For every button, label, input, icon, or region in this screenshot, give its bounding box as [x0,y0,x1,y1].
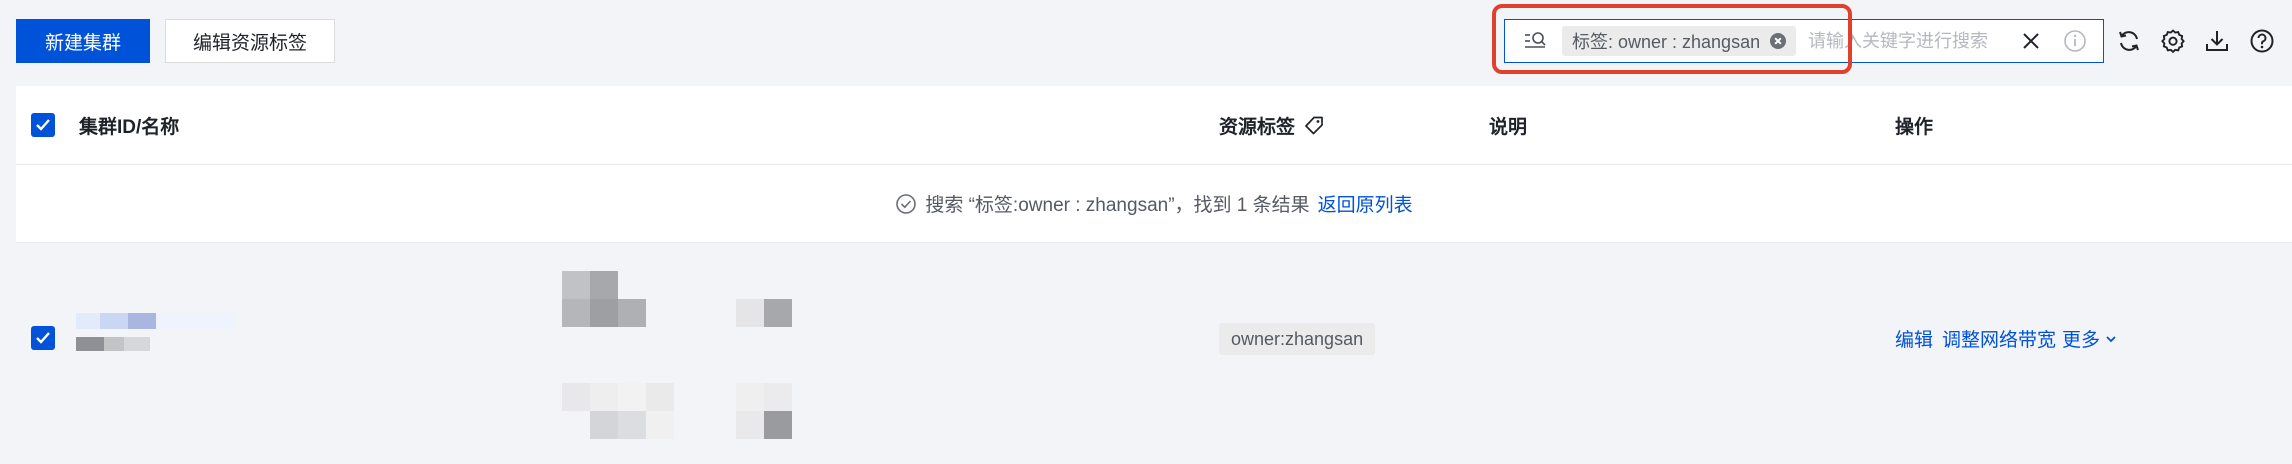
tag-icon[interactable] [1303,114,1325,136]
resource-tag-badge: owner:zhangsan [1219,323,1376,355]
help-icon[interactable] [2249,28,2275,54]
select-all-checkbox[interactable] [31,113,55,137]
toolbar: 新建集群 编辑资源标签 标签: owner : zhangsan [0,0,2292,84]
search-input[interactable] [1808,26,1998,56]
more-actions-dropdown[interactable]: 更多 [2062,325,2118,352]
settings-icon[interactable] [2160,28,2186,54]
edit-link[interactable]: 编辑 [1895,325,1933,352]
table-row[interactable]: owner:zhangsan 编辑 调整网络带宽 更多 [16,243,2292,464]
cluster-table: 集群ID/名称 资源标签 说明 操作 搜索 “标签:owner : zhangs… [16,86,2292,464]
check-circle-icon [896,193,917,214]
search-result-text: 搜索 “标签:owner : zhangsan”，找到 1 条结果 [925,195,1310,216]
column-header-resource-tags-label: 资源标签 [1219,116,1296,138]
info-icon[interactable] [2063,29,2087,53]
edit-resource-tags-button[interactable]: 编辑资源标签 [165,19,335,63]
column-header-cluster-id-name: 集群ID/名称 [79,116,180,138]
chip-close-icon[interactable] [1770,33,1787,49]
download-icon[interactable] [2204,28,2230,54]
adjust-bandwidth-link[interactable]: 调整网络带宽 [1942,325,2056,352]
more-actions-label: 更多 [2062,330,2101,351]
clear-icon[interactable] [2020,30,2042,52]
search-tag-chip[interactable]: 标签: owner : zhangsan [1562,26,1797,56]
search-result-banner: 搜索 “标签:owner : zhangsan”，找到 1 条结果 返回原列表 [16,165,2292,243]
chevron-down-icon [2106,335,2116,342]
refresh-icon[interactable] [2116,28,2142,54]
back-to-list-link[interactable]: 返回原列表 [1318,190,1413,217]
column-header-description: 说明 [1489,116,1528,138]
table-header: 集群ID/名称 资源标签 说明 操作 [16,86,2292,165]
search-tag-chip-label: 标签: owner : zhangsan [1572,32,1761,52]
row-checkbox[interactable] [31,326,55,350]
create-cluster-button[interactable]: 新建集群 [16,19,150,63]
filter-search-icon[interactable] [1523,29,1547,53]
column-header-resource-tags: 资源标签 [1219,86,1325,164]
column-header-actions: 操作 [1895,116,1934,138]
